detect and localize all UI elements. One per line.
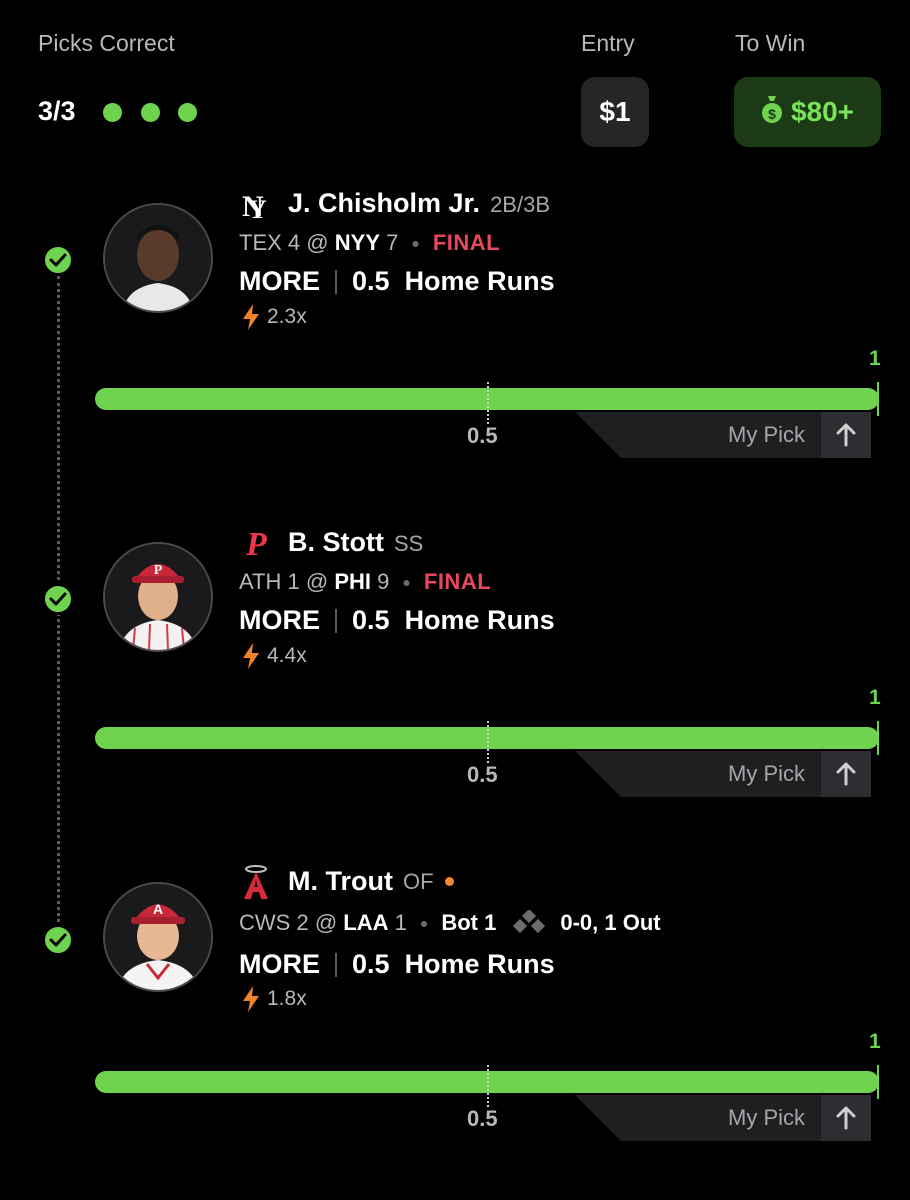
pick-dot — [141, 103, 160, 122]
player-name: J. Chisholm Jr. — [288, 188, 481, 218]
player-avatar — [103, 203, 213, 313]
game-info: CWS 2 @ LAA 1 ● Bot 1 0-0, 1 Out — [239, 910, 661, 936]
line-label: 0.5 — [467, 1106, 498, 1131]
result-value: 1 — [869, 686, 881, 709]
svg-text:$: $ — [768, 106, 776, 122]
player-position: 2B/3B — [490, 192, 550, 217]
lightning-icon — [243, 986, 259, 1012]
pick-stat: Home Runs — [404, 949, 555, 979]
angels-logo — [241, 863, 271, 901]
to-win-value: $80+ — [790, 96, 855, 127]
player-position: OF — [402, 868, 434, 894]
pick-line-value: 0.5 — [352, 949, 390, 979]
result-value: 1 — [869, 347, 881, 370]
lightning-icon — [243, 304, 259, 330]
my-pick-label: My Pick — [728, 1105, 805, 1130]
line-label: 0.5 — [467, 423, 498, 448]
yankees-logo: N Y — [240, 186, 268, 224]
svg-text:Y: Y — [248, 195, 267, 222]
my-pick-label: My Pick — [728, 761, 805, 786]
pick-dot — [103, 103, 122, 122]
player-position: SS — [393, 531, 424, 556]
pick-line-value: 0.5 — [352, 605, 390, 635]
svg-text:P: P — [245, 526, 267, 560]
player-name: M. Trout — [288, 866, 393, 896]
check-icon — [42, 244, 74, 276]
game-info: ATH 1 @ PHI 9 ● FINAL — [239, 569, 492, 594]
entry-amount: $1 — [581, 77, 649, 147]
arrow-up-icon — [821, 751, 871, 797]
player-avatar: P — [103, 542, 213, 652]
player-name: B. Stott — [288, 527, 384, 557]
my-pick-label: My Pick — [728, 422, 805, 447]
phillies-logo: P — [243, 524, 271, 563]
my-pick-tag: My Pick — [575, 751, 871, 797]
result-value: 1 — [869, 1030, 881, 1053]
line-marker — [487, 721, 489, 763]
my-pick-tag: My Pick — [575, 1095, 871, 1141]
line-marker — [487, 1065, 489, 1107]
pick-dot — [178, 103, 197, 122]
arrow-up-icon — [821, 1095, 871, 1141]
result-marker — [877, 1065, 879, 1099]
pick-line: MORE 0.5 Home Runs — [239, 605, 555, 636]
check-icon — [42, 583, 74, 615]
pick-line-value: 0.5 — [352, 266, 390, 296]
check-icon — [42, 924, 74, 956]
game-status: FINAL — [423, 569, 492, 594]
result-marker — [877, 382, 879, 416]
entry-label: Entry — [581, 30, 635, 56]
multiplier: 2.3x — [241, 304, 307, 330]
svg-text:A: A — [153, 901, 163, 917]
pick-direction: MORE — [239, 266, 320, 296]
game-info: TEX 4 @ NYY 7 ● FINAL — [239, 230, 501, 255]
result-marker — [877, 721, 879, 755]
pick-line: MORE 0.5 Home Runs — [239, 949, 555, 980]
game-status: FINAL — [432, 230, 501, 255]
pick-line: MORE 0.5 Home Runs — [239, 266, 555, 297]
line-label: 0.5 — [467, 762, 498, 787]
count-outs: 0-0, 1 Out — [560, 910, 661, 935]
arrow-up-icon — [821, 412, 871, 458]
money-bag-icon: $ — [761, 94, 783, 131]
pick-direction: MORE — [239, 949, 320, 979]
picks-correct-label: Picks Correct — [38, 30, 175, 56]
lightning-icon — [243, 643, 259, 669]
pick-stat: Home Runs — [404, 605, 555, 635]
player-avatar: A — [103, 882, 213, 992]
my-pick-tag: My Pick — [575, 412, 871, 458]
multiplier: 1.8x — [241, 986, 307, 1012]
live-indicator — [444, 877, 454, 886]
pick-direction: MORE — [239, 605, 320, 635]
svg-text:P: P — [154, 563, 163, 578]
picks-correct-value: 3/3 — [38, 96, 76, 126]
multiplier: 4.4x — [241, 643, 307, 669]
inning: Bot 1 — [441, 910, 497, 935]
line-marker — [487, 382, 489, 424]
pick-stat: Home Runs — [404, 266, 555, 296]
to-win-amount: $ $80+ — [734, 77, 881, 147]
to-win-label: To Win — [735, 30, 806, 56]
bases-icon — [512, 910, 546, 936]
